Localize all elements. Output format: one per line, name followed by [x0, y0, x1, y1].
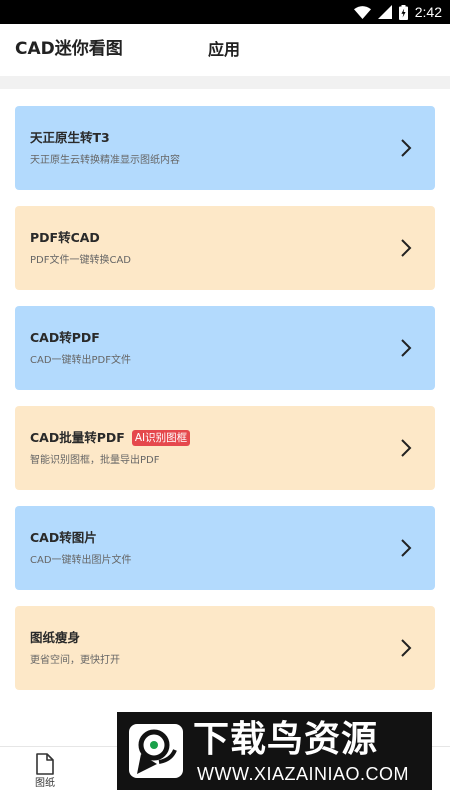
- card-subtitle: 智能识别图框，批量导出PDF: [30, 455, 160, 466]
- card-tianzheng-to-t3[interactable]: 天正原生转T3 天正原生云转换精准显示图纸内容: [15, 106, 435, 190]
- watermark-logo: [129, 724, 183, 778]
- card-drawing-slim[interactable]: 图纸瘦身 更省空间，更快打开: [15, 606, 435, 690]
- chevron-right-icon: [401, 439, 412, 457]
- app-header: CAD迷你看图 应用: [0, 24, 450, 76]
- card-cad-to-image[interactable]: CAD转图片 CAD一键转出图片文件: [15, 506, 435, 590]
- signal-icon: [377, 5, 392, 19]
- wifi-icon: [353, 5, 371, 19]
- status-time: 2:42: [414, 4, 442, 20]
- ai-badge: AI识别图框: [131, 430, 191, 446]
- card-title: CAD批量转PDF: [30, 430, 125, 445]
- feature-card-list: 天正原生转T3 天正原生云转换精准显示图纸内容 PDF转CAD PDF文件一键转…: [15, 106, 435, 706]
- app-title: CAD迷你看图: [15, 39, 123, 59]
- chevron-right-icon: [401, 239, 412, 257]
- card-title-row: 天正原生转T3: [30, 129, 110, 147]
- card-cad-to-pdf[interactable]: CAD转PDF CAD一键转出PDF文件: [15, 306, 435, 390]
- chevron-right-icon: [401, 339, 412, 357]
- card-pdf-to-cad[interactable]: PDF转CAD PDF文件一键转换CAD: [15, 206, 435, 290]
- nav-item-drawings[interactable]: 图纸: [26, 753, 64, 790]
- nav-label: 图纸: [35, 778, 55, 789]
- watermark-url: WWW.XIAZAINIAO.COM: [197, 764, 409, 784]
- card-title-row: CAD批量转PDF AI识别图框: [30, 429, 191, 447]
- card-title: 图纸瘦身: [30, 630, 81, 645]
- card-title-row: CAD转图片: [30, 529, 97, 547]
- status-bar: 2:42: [0, 0, 450, 24]
- card-subtitle: CAD一键转出图片文件: [30, 555, 132, 566]
- card-title: PDF转CAD: [30, 230, 100, 245]
- card-title-row: PDF转CAD: [30, 229, 100, 247]
- card-title: CAD转PDF: [30, 330, 100, 345]
- card-title: CAD转图片: [30, 530, 97, 545]
- document-icon: [36, 753, 54, 775]
- chevron-right-icon: [401, 539, 412, 557]
- watermark-overlay: 下载鸟资源 WWW.XIAZAINIAO.COM: [117, 712, 432, 790]
- card-title-row: 图纸瘦身: [30, 629, 80, 647]
- card-subtitle: PDF文件一键转换CAD: [30, 255, 132, 266]
- watermark-title: 下载鸟资源: [193, 719, 379, 760]
- tab-apps[interactable]: 应用: [208, 39, 240, 61]
- card-title-row: CAD转PDF: [30, 329, 100, 347]
- card-cad-batch-to-pdf[interactable]: CAD批量转PDF AI识别图框 智能识别图框，批量导出PDF: [15, 406, 435, 490]
- chevron-right-icon: [401, 139, 412, 157]
- card-subtitle: 更省空间，更快打开: [30, 655, 120, 666]
- card-title: 天正原生转T3: [30, 130, 110, 145]
- header-divider: [0, 76, 450, 89]
- battery-icon: [398, 4, 408, 20]
- status-icons: 2:42: [353, 3, 442, 21]
- chevron-right-icon: [401, 639, 412, 657]
- card-subtitle: 天正原生云转换精准显示图纸内容: [30, 155, 180, 166]
- card-subtitle: CAD一键转出PDF文件: [30, 355, 132, 366]
